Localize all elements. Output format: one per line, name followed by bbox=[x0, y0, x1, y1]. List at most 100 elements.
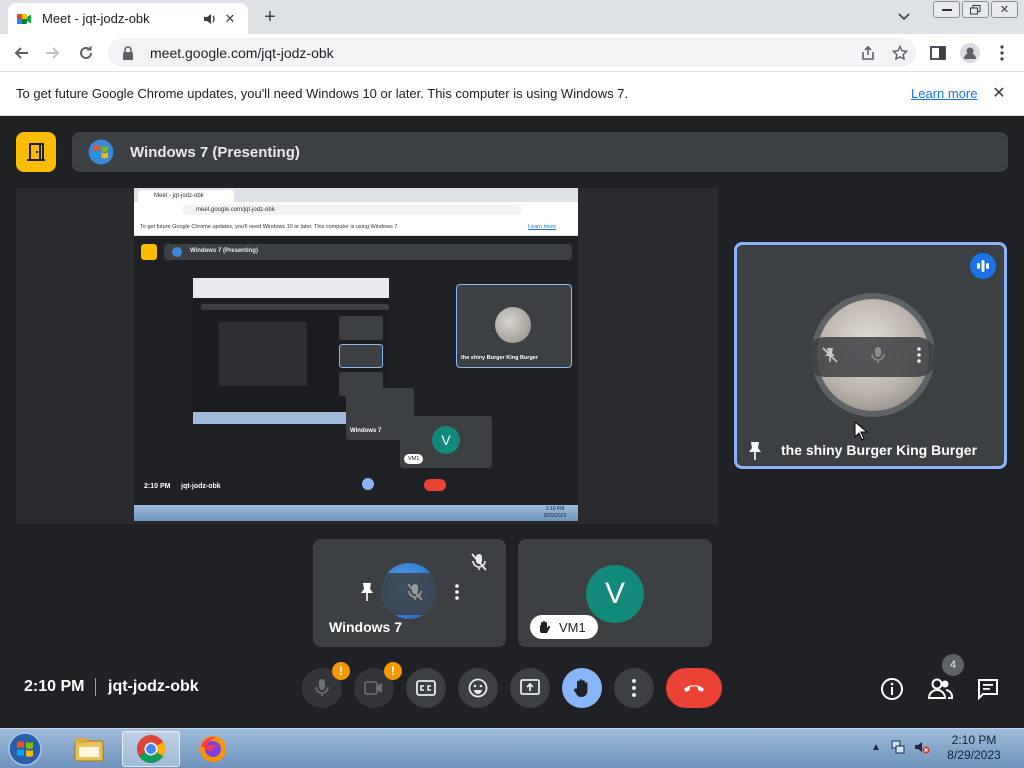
windows7-hover-controls bbox=[343, 573, 475, 615]
meeting-clock: 2:10 PM bbox=[24, 678, 85, 695]
thumb-toolbar: meet.google.com/jqt-jodz-obk bbox=[134, 202, 578, 218]
more-options-button[interactable] bbox=[614, 668, 654, 708]
leave-call-button[interactable] bbox=[666, 668, 722, 708]
thumb-end-call-button bbox=[424, 479, 446, 491]
clock-separator bbox=[95, 678, 96, 696]
raise-hand-button[interactable] bbox=[562, 668, 602, 708]
mic-warning-badge: ! bbox=[332, 662, 350, 680]
thumb-nested-inner bbox=[219, 322, 307, 386]
speaker-tile[interactable]: the shiny Burger King Burger bbox=[734, 242, 1007, 469]
captions-button[interactable] bbox=[406, 668, 446, 708]
start-orb-icon[interactable] bbox=[4, 730, 46, 768]
present-screen-button[interactable] bbox=[510, 668, 550, 708]
presentation-title: Windows 7 (Presenting) bbox=[130, 143, 300, 161]
speaker-icon[interactable] bbox=[200, 9, 220, 29]
show-hidden-icons-icon[interactable]: ▲ bbox=[868, 739, 884, 755]
tab-search-chevron-icon[interactable] bbox=[894, 7, 914, 27]
tab-title: Meet - jqt-jodz-obk bbox=[42, 11, 150, 26]
thumb-vm-label: VM1 bbox=[404, 454, 424, 464]
thumb-taskbar-clock: 2:10 PM 8/29/2023 bbox=[544, 506, 566, 520]
window-controls: ✕ bbox=[933, 1, 1018, 18]
new-tab-button[interactable]: + bbox=[258, 5, 282, 29]
network-icon[interactable] bbox=[890, 739, 906, 755]
thumb-windows-logo-icon bbox=[172, 247, 182, 257]
forward-arrow-icon[interactable] bbox=[40, 41, 64, 65]
browser-menu-icon[interactable] bbox=[990, 41, 1014, 65]
meeting-details-icon[interactable] bbox=[879, 676, 905, 702]
speaker-name: the shiny Burger King Burger bbox=[781, 442, 978, 458]
tile-more-options-icon[interactable] bbox=[455, 583, 459, 605]
browser-tab-meet[interactable]: Meet - jqt-jodz-obk ✕ bbox=[8, 3, 248, 34]
speaking-indicator-icon bbox=[970, 253, 996, 279]
close-infobar-icon[interactable]: ✕ bbox=[990, 84, 1008, 102]
thumb-infobar: To get future Google Chrome updates, you… bbox=[134, 218, 578, 236]
google-meet-icon bbox=[16, 11, 32, 27]
thumb-tab: Meet - jqt-jodz-obk bbox=[138, 190, 234, 202]
thumb-nested-browser bbox=[193, 278, 389, 298]
taskbar-date: 8/29/2023 bbox=[947, 748, 1001, 762]
thumb-presenting-title: Windows 7 (Presenting) bbox=[190, 248, 258, 254]
thumb-speaker-name: the shiny Burger King Burger bbox=[461, 355, 539, 361]
lock-icon[interactable] bbox=[122, 45, 136, 60]
thumb-clock: 2:10 PM bbox=[144, 483, 171, 490]
thumb-taskbar-time: 2:10 PM bbox=[545, 506, 565, 512]
windows-taskbar: ▲ 2:10 PM 8/29/2023 bbox=[0, 728, 1024, 768]
pin-tile-icon[interactable] bbox=[359, 582, 375, 607]
thumb-hand-button bbox=[362, 478, 374, 490]
address-bar[interactable]: meet.google.com/jqt-jodz-obk bbox=[108, 38, 916, 67]
minimize-button[interactable] bbox=[933, 1, 960, 18]
mute-tile-icon[interactable] bbox=[407, 582, 423, 606]
unpin-icon[interactable] bbox=[821, 346, 839, 369]
thumb-infobar-text: To get future Google Chrome updates, you… bbox=[140, 224, 399, 230]
close-tab-icon[interactable]: ✕ bbox=[220, 9, 240, 29]
people-icon[interactable] bbox=[927, 676, 953, 702]
thumb-nested-bar bbox=[201, 304, 389, 310]
profile-avatar-icon[interactable] bbox=[958, 41, 982, 65]
back-arrow-icon[interactable] bbox=[10, 41, 34, 65]
microphone-button[interactable]: ! bbox=[302, 662, 350, 708]
camera-button[interactable]: ! bbox=[354, 662, 402, 708]
muted-mic-icon bbox=[471, 553, 487, 576]
mouse-cursor-icon bbox=[854, 420, 869, 446]
mute-participant-icon[interactable] bbox=[870, 346, 886, 369]
vm1-avatar: V bbox=[586, 565, 644, 623]
bookmark-star-icon[interactable] bbox=[884, 41, 916, 65]
thumb-taskbar-date: 8/29/2023 bbox=[544, 513, 567, 519]
tile-more-options-icon[interactable] bbox=[917, 346, 922, 368]
url-text: meet.google.com/jqt-jodz-obk bbox=[150, 44, 334, 61]
speaker-hover-controls bbox=[805, 337, 937, 377]
camera-warning-badge: ! bbox=[384, 662, 402, 680]
door-exit-icon[interactable] bbox=[16, 132, 56, 172]
side-panel-icon[interactable] bbox=[926, 41, 950, 65]
thumb-learn-more: Learn more bbox=[528, 224, 557, 230]
windows7-name: Windows 7 bbox=[329, 619, 402, 635]
share-icon[interactable] bbox=[852, 41, 884, 65]
meet-area: Windows 7 (Presenting) Meet - jqt-jodz-o… bbox=[0, 116, 1024, 728]
presentation-screen: Meet - jqt-jodz-obk meet.google.com/jqt-… bbox=[134, 188, 578, 521]
thumb-meeting-code: jqt-jodz-obk bbox=[181, 483, 221, 490]
restore-button[interactable] bbox=[962, 1, 989, 18]
update-infobar: To get future Google Chrome updates, you… bbox=[0, 72, 1024, 116]
learn-more-link[interactable]: Learn more bbox=[911, 86, 977, 101]
volume-muted-icon[interactable] bbox=[914, 739, 930, 755]
infobar-message: To get future Google Chrome updates, you… bbox=[16, 86, 629, 101]
participant-tile-windows7[interactable]: Windows 7 bbox=[313, 539, 506, 647]
vm1-name-chip: VM1 bbox=[530, 615, 598, 639]
pin-icon bbox=[747, 441, 763, 466]
firefox-icon[interactable] bbox=[184, 731, 242, 767]
browser-toolbar: meet.google.com/jqt-jodz-obk bbox=[0, 34, 1024, 72]
windows-logo-icon bbox=[88, 139, 114, 165]
raised-hand-icon bbox=[538, 620, 551, 634]
explorer-icon[interactable] bbox=[60, 731, 118, 767]
thumb-vm-avatar: V bbox=[432, 426, 460, 454]
close-window-button[interactable]: ✕ bbox=[991, 1, 1018, 18]
tab-strip: Meet - jqt-jodz-obk ✕ + ✕ bbox=[0, 0, 1024, 34]
participant-tile-vm1[interactable]: V VM1 bbox=[518, 539, 712, 647]
reload-icon[interactable] bbox=[74, 41, 98, 65]
participant-count-badge: 4 bbox=[942, 654, 964, 676]
thumb-url: meet.google.com/jqt-jodz-obk bbox=[182, 205, 522, 215]
emoji-reactions-button[interactable] bbox=[458, 668, 498, 708]
taskbar-clock[interactable]: 2:10 PM 8/29/2023 bbox=[940, 733, 1008, 763]
chrome-icon[interactable] bbox=[122, 731, 180, 767]
chat-icon[interactable] bbox=[975, 676, 1001, 702]
